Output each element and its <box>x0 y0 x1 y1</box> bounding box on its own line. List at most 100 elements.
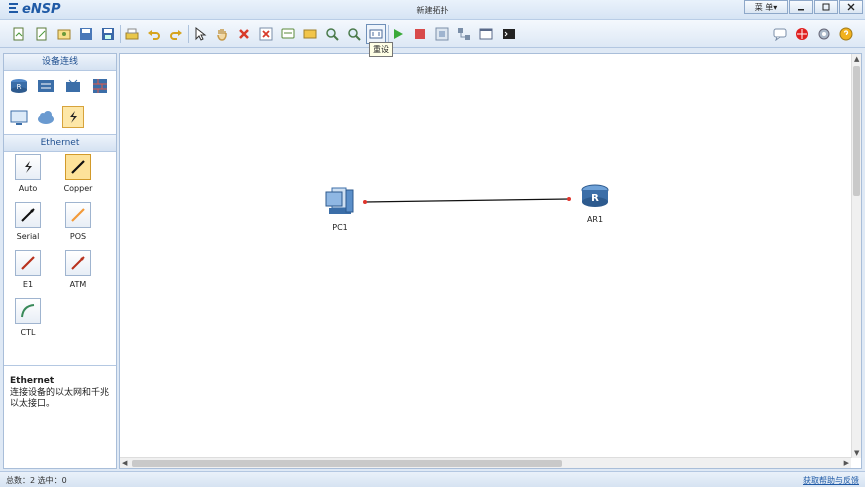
new-example-icon[interactable] <box>34 26 50 42</box>
topology-icon[interactable] <box>456 26 472 42</box>
palette-icon[interactable] <box>302 26 318 42</box>
horizontal-scroll-thumb[interactable] <box>132 460 562 467</box>
text-annotation-icon[interactable] <box>280 26 296 42</box>
switch-category-icon[interactable] <box>35 75 57 97</box>
scroll-down-icon[interactable]: ▼ <box>854 449 859 457</box>
window-view-icon[interactable] <box>478 26 494 42</box>
connection-category-icon[interactable] <box>62 106 84 128</box>
tooltip: 重设 <box>369 42 393 57</box>
pos-cable-icon <box>65 202 91 228</box>
capture-data-icon[interactable] <box>434 26 450 42</box>
new-topology-icon[interactable] <box>11 26 27 42</box>
help-feedback-link[interactable]: 获取帮助与反馈 <box>803 475 859 486</box>
scroll-left-icon[interactable]: ◀ <box>122 459 127 467</box>
select-pointer-icon[interactable] <box>192 26 208 42</box>
cable-description: Ethernet 连接设备的以太网和千兆以太接口。 <box>4 365 116 468</box>
cable-label: E1 <box>22 280 34 289</box>
minimize-button[interactable] <box>789 0 813 14</box>
status-count: 总数：2 选中：0 <box>6 476 67 485</box>
description-text: 连接设备的以太网和千兆以太接口。 <box>10 388 110 409</box>
print-icon[interactable] <box>124 26 140 42</box>
cable-label: POS <box>69 232 87 241</box>
redo-icon[interactable] <box>168 26 184 42</box>
cable-label: Auto <box>18 184 38 193</box>
description-title: Ethernet <box>10 376 55 386</box>
node-label: AR1 <box>586 215 604 224</box>
topology-canvas[interactable]: PC1 R AR1 ▲ ▼ ◀ ▶ <box>119 53 862 469</box>
title-bar: eNSP 新建拓扑 菜 单▾ <box>0 0 865 20</box>
open-icon[interactable] <box>56 26 72 42</box>
close-button[interactable] <box>839 0 863 14</box>
node-pc1[interactable]: PC1 <box>322 186 358 232</box>
link-endpoint-pc1 <box>363 200 367 204</box>
auto-cable-icon <box>15 154 41 180</box>
save-as-icon[interactable] <box>100 26 116 42</box>
device-section-title: 设备连线 <box>4 54 116 71</box>
hand-pan-icon[interactable] <box>214 26 230 42</box>
help-icon[interactable] <box>838 26 854 42</box>
status-bar: 总数：2 选中：0 获取帮助与反馈 <box>0 471 865 487</box>
node-label: PC1 <box>332 223 348 232</box>
cloud-category-icon[interactable] <box>35 107 57 129</box>
cable-serial[interactable]: Serial <box>8 202 48 241</box>
maximize-icon <box>822 3 830 11</box>
node-ar1[interactable]: R AR1 <box>579 182 611 224</box>
toolbar-separator <box>188 25 189 43</box>
close-icon <box>847 3 855 11</box>
e1-cable-icon <box>15 250 41 276</box>
device-category-grid: R <box>4 71 116 135</box>
cable-copper[interactable]: Copper <box>58 154 98 193</box>
atm-cable-icon <box>65 250 91 276</box>
maximize-button[interactable] <box>814 0 838 14</box>
cable-auto[interactable]: Auto <box>8 154 48 193</box>
cable-label: CTL <box>20 328 36 337</box>
cable-ctl[interactable]: CTL <box>8 298 48 337</box>
cable-label: ATM <box>69 280 87 289</box>
menu-button[interactable]: 菜 单▾ <box>744 0 788 14</box>
start-device-icon[interactable] <box>390 26 406 42</box>
copper-cable-icon <box>65 154 91 180</box>
svg-text:R: R <box>591 193 599 204</box>
undo-icon[interactable] <box>146 26 162 42</box>
terminal-icon[interactable] <box>501 26 517 42</box>
delete-icon[interactable] <box>236 26 252 42</box>
scroll-up-icon[interactable]: ▲ <box>854 55 859 63</box>
zoom-in-icon[interactable] <box>324 26 340 42</box>
cable-e1[interactable]: E1 <box>8 250 48 289</box>
scroll-right-icon[interactable]: ▶ <box>844 459 849 467</box>
pc-category-icon[interactable] <box>8 107 30 129</box>
cable-atm[interactable]: ATM <box>58 250 98 289</box>
reset-view-button[interactable] <box>366 24 386 44</box>
vertical-scrollbar[interactable]: ▲ ▼ <box>851 54 861 458</box>
cable-pos[interactable]: POS <box>58 202 98 241</box>
cable-section-title: Ethernet <box>4 135 116 152</box>
cable-label: Serial <box>16 232 40 241</box>
toolbar-separator <box>120 25 121 43</box>
vertical-scroll-thumb[interactable] <box>853 66 860 196</box>
link-pc1-ar1[interactable] <box>364 198 570 203</box>
toolbar <box>0 20 865 48</box>
ctl-cable-icon <box>15 298 41 324</box>
window-title: 新建拓扑 <box>416 6 449 15</box>
firewall-category-icon[interactable] <box>89 75 111 97</box>
svg-text:R: R <box>17 83 22 91</box>
chat-icon[interactable] <box>772 26 788 42</box>
router-icon: R <box>581 184 609 207</box>
pc-icon <box>325 187 354 214</box>
window-controls: 菜 单▾ <box>743 0 863 14</box>
link-layer <box>363 197 571 204</box>
save-icon[interactable] <box>78 26 94 42</box>
huawei-logo-icon[interactable] <box>794 26 810 42</box>
stop-device-icon[interactable] <box>412 26 428 42</box>
settings-gear-icon[interactable] <box>816 26 832 42</box>
horizontal-scrollbar[interactable]: ◀ ▶ <box>120 457 851 468</box>
router-category-icon[interactable]: R <box>8 75 30 97</box>
toolbar-separator <box>388 25 389 43</box>
delete-link-icon[interactable] <box>258 26 274 42</box>
cable-list: Auto Copper Serial POS E1 ATM CTL <box>4 152 116 367</box>
device-panel: 设备连线 R Ethernet Auto Copper Serial POS E… <box>3 53 117 469</box>
wireless-category-icon[interactable] <box>62 75 84 97</box>
zoom-out-icon[interactable] <box>346 26 362 42</box>
link-endpoint-ar1 <box>567 197 571 201</box>
minimize-icon <box>798 9 804 11</box>
